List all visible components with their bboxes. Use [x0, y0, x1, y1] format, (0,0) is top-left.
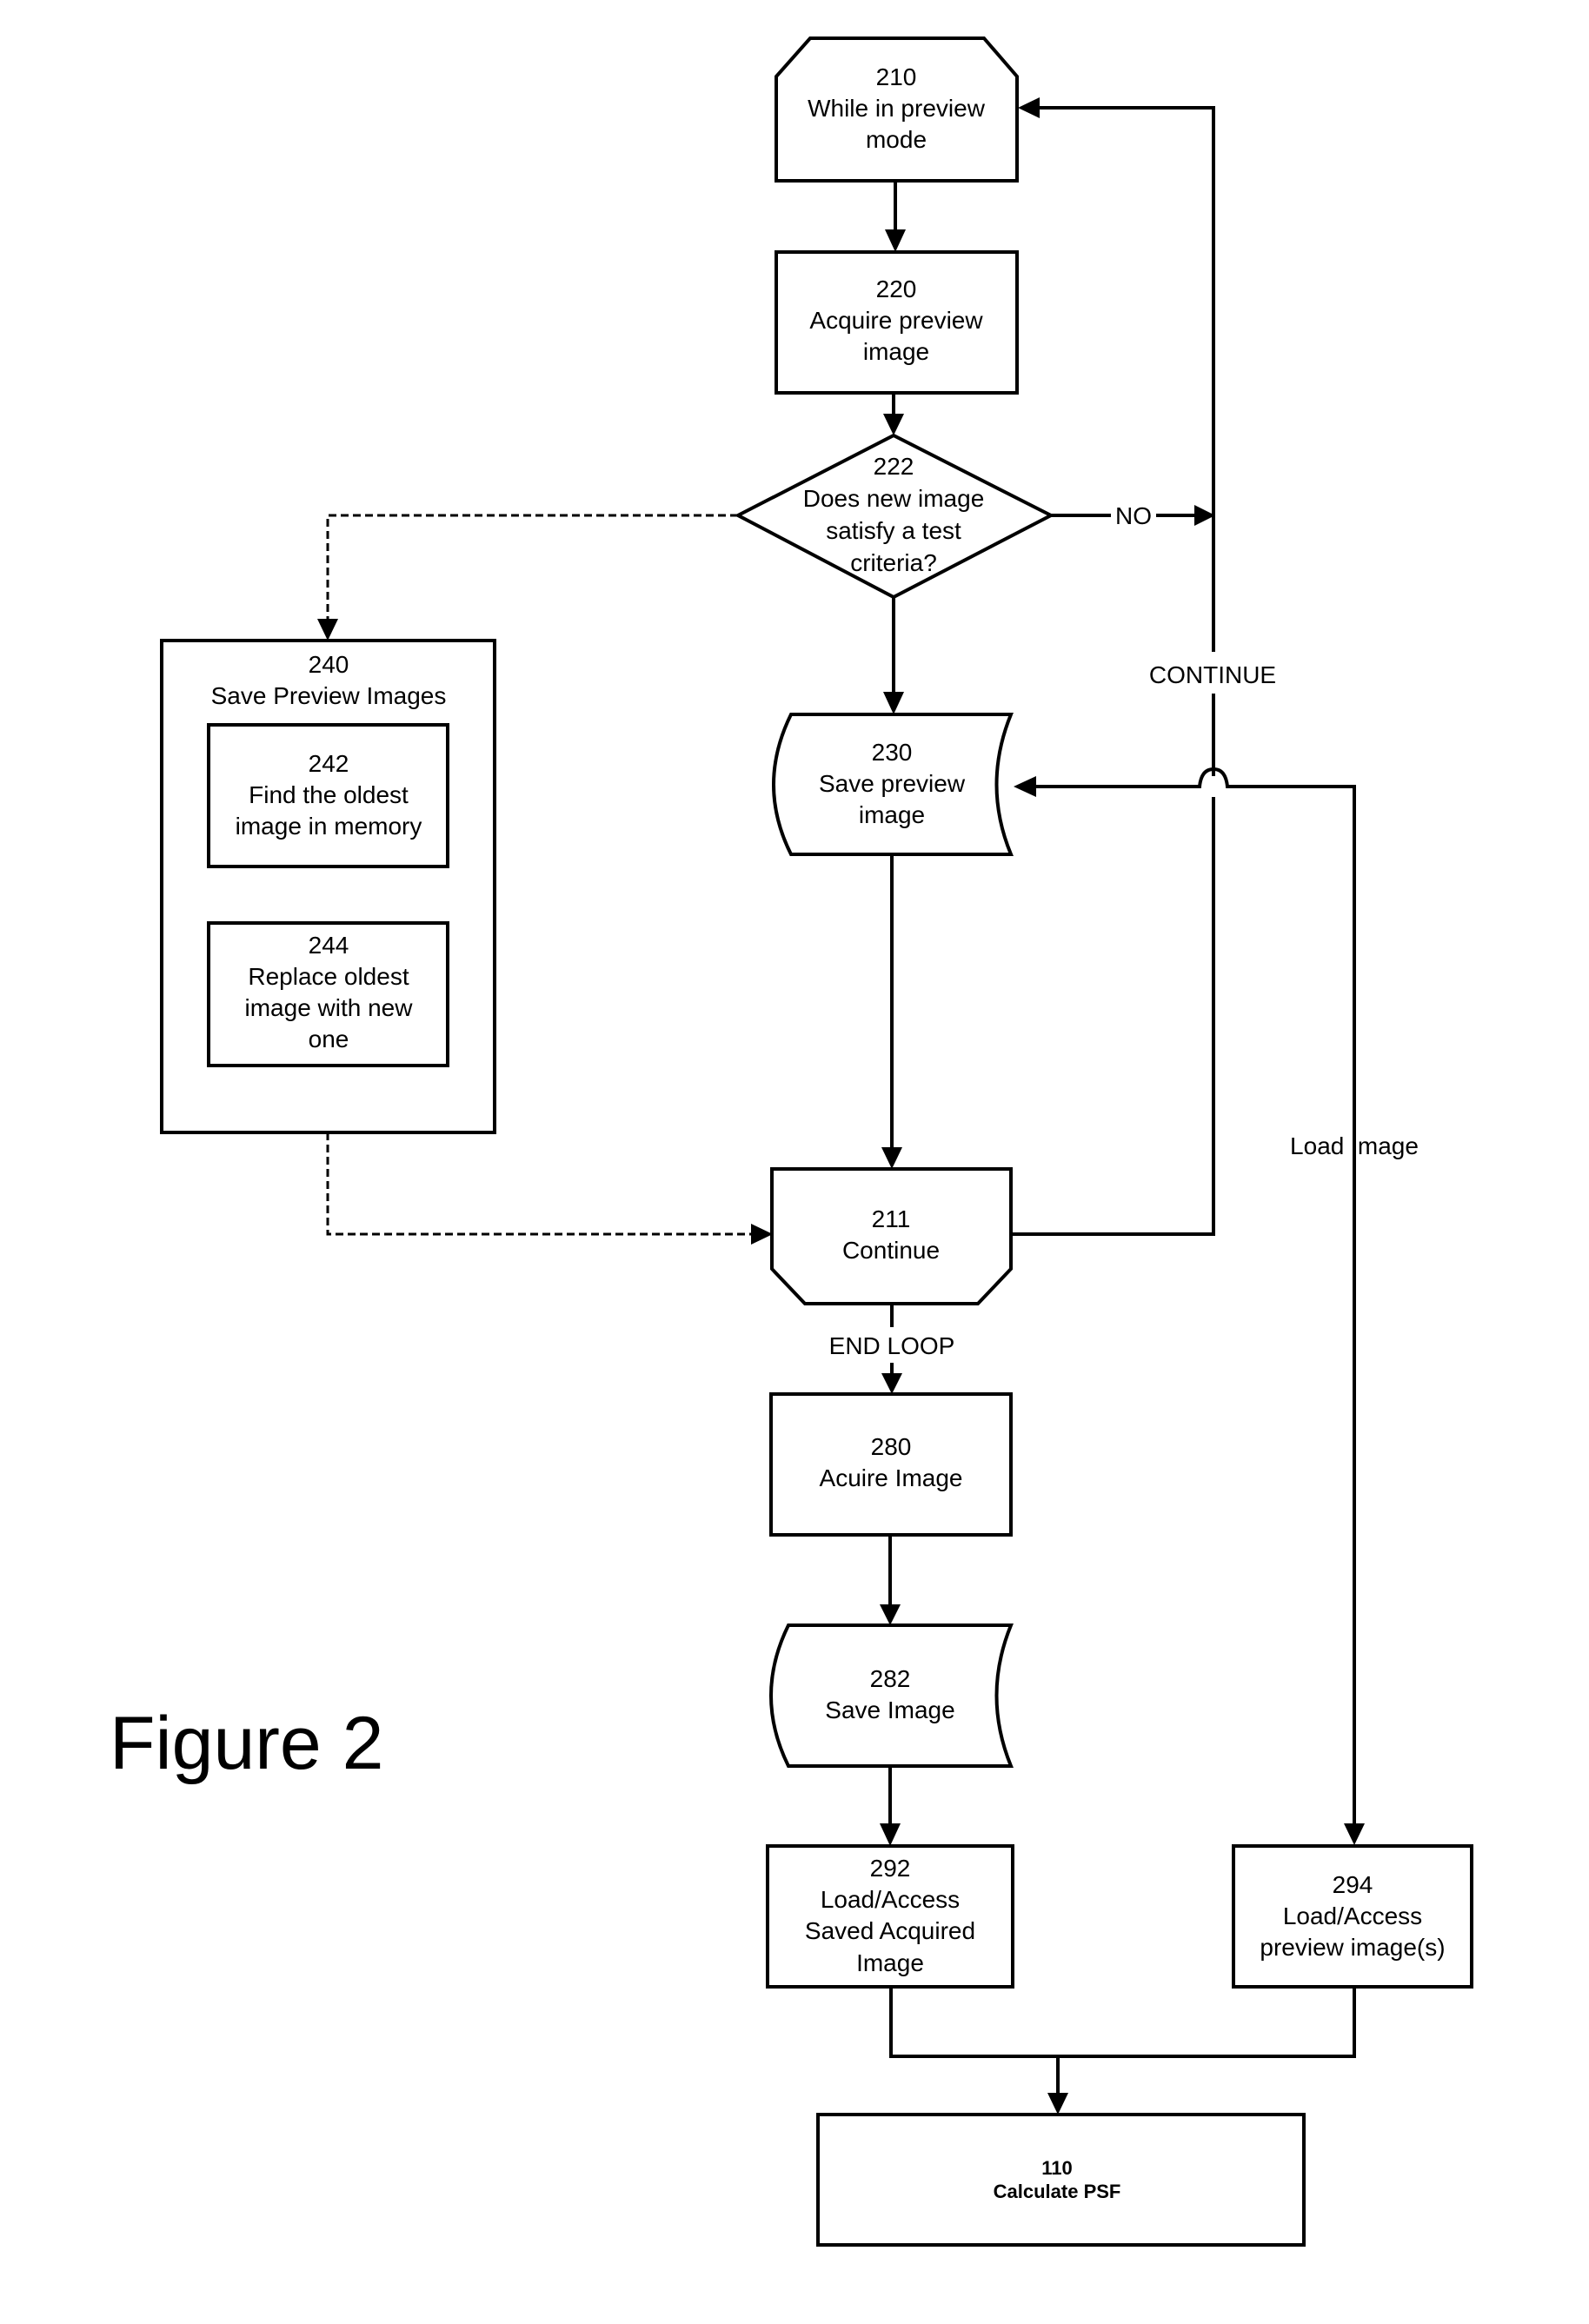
node-244-line2: image with new	[245, 994, 414, 1021]
node-280-process: 280 Acuire Image	[769, 1392, 1013, 1537]
node-222-line2: satisfy a test	[826, 517, 961, 544]
node-242-line2: image in memory	[236, 813, 422, 840]
node-220-line1: Acquire preview	[809, 307, 983, 334]
node-110-calculate-psf: 110 Calculate PSF	[816, 2113, 1306, 2247]
node-242-line1: Find the oldest	[249, 781, 409, 808]
node-294-line2: preview image(s)	[1260, 1934, 1445, 1961]
node-244-line1: Replace oldest	[248, 963, 409, 990]
arrowhead-loop-210	[1018, 97, 1040, 118]
node-292-id: 292	[870, 1855, 911, 1882]
node-211-line1: Continue	[842, 1237, 940, 1264]
node-292-line3: Image	[856, 1949, 924, 1976]
node-222-line3: criteria?	[850, 549, 937, 576]
node-211-loop-end: 211 Continue	[770, 1167, 1013, 1305]
node-220-process: 220 Acquire preview image	[775, 250, 1019, 395]
node-211-id: 211	[872, 1205, 911, 1232]
node-230-id: 230	[872, 739, 913, 766]
node-244-line3: one	[309, 1026, 349, 1052]
node-280-line1: Acuire Image	[820, 1464, 963, 1491]
connector-loop-upper	[1038, 106, 1215, 652]
connector-222-240	[326, 514, 738, 619]
arrowhead-load-230	[1014, 776, 1036, 797]
connector-loop-lower	[1011, 694, 1215, 1236]
node-230-stored-data: 230 Save preview image	[772, 713, 1014, 856]
node-294-line1: Load/Access	[1283, 1902, 1422, 1929]
node-282-line1: Save Image	[825, 1697, 954, 1723]
node-230-line2: image	[859, 801, 925, 828]
node-282-id: 282	[870, 1665, 911, 1692]
node-240-id: 240	[309, 651, 349, 678]
node-292-process: 292 Load/Access Saved Acquired Image	[766, 1844, 1014, 1989]
arrowhead-230-211	[881, 1147, 902, 1169]
node-222-id: 222	[874, 453, 914, 480]
flowchart: 210 While in preview mode 220 Acquire pr…	[110, 37, 1473, 2247]
edge-label-continue: CONTINUE	[1149, 661, 1276, 688]
edge-label-no: NO	[1115, 502, 1152, 529]
node-110-id: 110	[1041, 2157, 1073, 2179]
arrowhead-220-222	[883, 414, 904, 435]
node-222-decision: 222 Does new image satisfy a test criter…	[734, 433, 1055, 600]
arrowhead-282-292	[880, 1823, 901, 1846]
arrowhead-222-240	[317, 619, 338, 641]
node-110-line1: Calculate PSF	[994, 2181, 1121, 2202]
arrowhead-merge-110	[1047, 2093, 1068, 2115]
edge-label-load-image: Load Image	[1290, 1132, 1419, 1159]
node-220-id: 220	[876, 276, 917, 302]
arrowhead-240-211	[751, 1224, 773, 1245]
arrowhead-211-280	[881, 1373, 902, 1394]
node-282-stored-data: 282 Save Image	[769, 1623, 1014, 1768]
node-210-line1: While in preview	[808, 95, 986, 122]
node-292-line2: Saved Acquired	[805, 1917, 975, 1944]
edge-label-end-loop: END LOOP	[829, 1332, 955, 1359]
node-210-loop-start: 210 While in preview mode	[775, 37, 1019, 183]
connector-load-image	[1034, 767, 1356, 1823]
arrowhead-210-220	[885, 229, 906, 252]
node-244-id: 244	[309, 932, 349, 959]
node-292-line1: Load/Access	[821, 1886, 960, 1913]
node-242-id: 242	[309, 750, 349, 777]
node-240-line1: Save Preview Images	[211, 682, 447, 709]
node-222-line1: Does new image	[803, 485, 985, 512]
node-230-line1: Save preview	[819, 770, 966, 797]
arrowhead-222-230	[883, 692, 904, 714]
arrowhead-280-282	[880, 1604, 901, 1625]
connector-merge	[889, 1987, 1356, 2058]
connector-240-211	[326, 1132, 753, 1236]
node-294-id: 294	[1333, 1871, 1373, 1898]
node-294-process: 294 Load/Access preview image(s)	[1232, 1844, 1473, 1989]
node-220-line2: image	[863, 338, 929, 365]
node-244-process: 244 Replace oldest image with new one	[207, 921, 449, 1067]
arrowhead-load-294	[1344, 1823, 1365, 1845]
figure-label: Figure 2	[110, 1702, 384, 1785]
node-210-id: 210	[876, 63, 917, 90]
node-242-process: 242 Find the oldest image in memory	[207, 723, 449, 868]
node-280-id: 280	[871, 1433, 912, 1460]
node-210-line2: mode	[866, 126, 927, 153]
